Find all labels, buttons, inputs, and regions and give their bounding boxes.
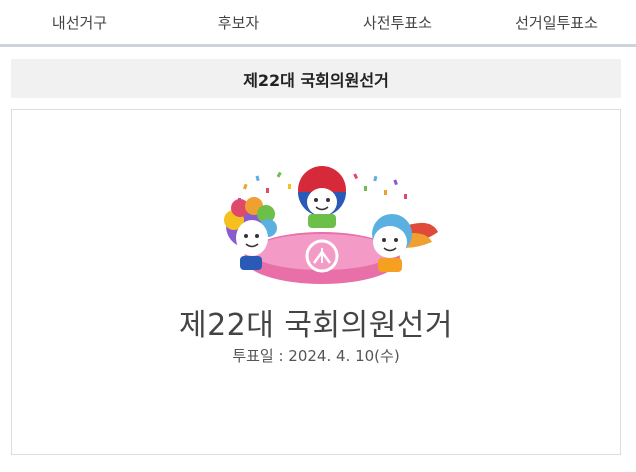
election-card: 제22대 국회의원선거 투표일 : 2024. 4. 10(수): [11, 109, 621, 455]
section-title: 제22대 국회의원선거: [11, 59, 621, 98]
election-mascots-icon: [224, 166, 438, 284]
tab-my-district[interactable]: 내선거구: [0, 0, 159, 44]
vote-date: 투표일 : 2024. 4. 10(수): [232, 347, 400, 365]
right-mascot: [372, 214, 438, 272]
tab-early-voting-stations[interactable]: 사전투표소: [318, 0, 477, 44]
tab-candidates[interactable]: 후보자: [159, 0, 318, 44]
center-mascot: [298, 166, 346, 228]
tab-bar: 내선거구 후보자 사전투표소 선거일투표소: [0, 0, 636, 47]
tab-election-day-stations[interactable]: 선거일투표소: [477, 0, 636, 44]
election-name: 제22대 국회의원선거: [178, 308, 453, 343]
